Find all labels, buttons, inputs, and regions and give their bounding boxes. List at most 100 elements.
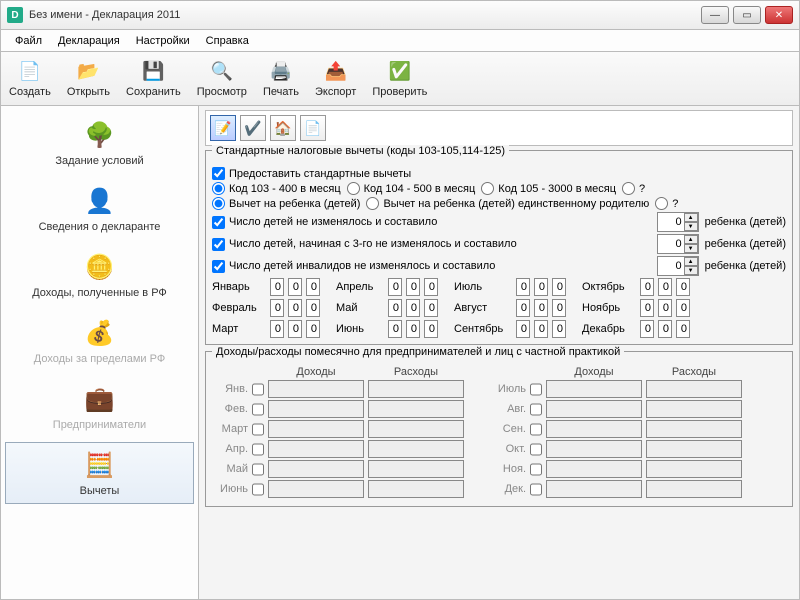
income-mar[interactable] — [268, 420, 364, 438]
income-jul[interactable] — [546, 380, 642, 398]
chk-provide[interactable]: Предоставить стандартные вычеты — [212, 167, 411, 180]
sidebar-item-conditions[interactable]: 🌳Задание условий — [5, 112, 194, 174]
close-button[interactable]: ✕ — [765, 6, 793, 24]
person-icon: 👤 — [84, 185, 116, 217]
radio-code-q1[interactable]: ? — [622, 182, 645, 195]
income-jun[interactable] — [268, 480, 364, 498]
export-icon: 📤 — [324, 60, 348, 84]
expense-mar[interactable] — [368, 420, 464, 438]
chk-jul[interactable] — [530, 383, 542, 396]
check-button[interactable]: ✅Проверить — [372, 60, 427, 98]
income-header: ДоходыРасходы ДоходыРасходы — [212, 366, 786, 378]
radio-code104[interactable]: Код 104 - 500 в месяц — [347, 182, 476, 195]
income-may[interactable] — [268, 460, 364, 478]
maximize-button[interactable]: ▭ — [733, 6, 761, 24]
calculator-icon: 🧮 — [84, 449, 116, 481]
menu-declaration[interactable]: Декларация — [52, 33, 126, 49]
briefcase-icon: 💼 — [84, 383, 116, 415]
chk-nov[interactable] — [530, 463, 542, 476]
chk-may[interactable] — [252, 463, 264, 476]
minimize-button[interactable]: — — [701, 6, 729, 24]
spin-disabled[interactable]: ▲▼ — [657, 256, 699, 276]
print-icon: 🖨️ — [269, 60, 293, 84]
radio-code105[interactable]: Код 105 - 3000 в месяц — [481, 182, 616, 195]
menu-file[interactable]: Файл — [9, 33, 48, 49]
chk-from3-count[interactable]: Число детей, начиная с 3-го не изменялос… — [212, 238, 517, 251]
tab-check-icon[interactable]: ✔️ — [240, 115, 266, 141]
chk-jun[interactable] — [252, 483, 264, 496]
income-aug[interactable] — [546, 400, 642, 418]
radio-child2[interactable]: Вычет на ребенка (детей) единственному р… — [366, 197, 649, 210]
radio-code103[interactable]: Код 103 - 400 в месяц — [212, 182, 341, 195]
tab-doc-icon[interactable]: 📄 — [300, 115, 326, 141]
radio-child1[interactable]: Вычет на ребенка (детей) — [212, 197, 360, 210]
sidebar-item-income-abroad[interactable]: 💰Доходы за пределами РФ — [5, 310, 194, 372]
expense-aug[interactable] — [646, 400, 742, 418]
group-income-expense: Доходы/расходы помесячно для предпринима… — [205, 351, 793, 507]
sidebar-item-income-rf[interactable]: 🪙Доходы, полученные в РФ — [5, 244, 194, 306]
tab-icons: 📝 ✔️ 🏠 📄 — [205, 110, 793, 146]
income-apr[interactable] — [268, 440, 364, 458]
expense-oct[interactable] — [646, 440, 742, 458]
expense-jun[interactable] — [368, 480, 464, 498]
tree-icon: 🌳 — [84, 119, 116, 151]
spin-up-icon[interactable]: ▲ — [684, 213, 698, 222]
chk-apr[interactable] — [252, 443, 264, 456]
preview-button[interactable]: 🔍Просмотр — [197, 60, 247, 98]
open-button[interactable]: 📂Открыть — [67, 60, 110, 98]
spin-from3[interactable]: ▲▼ — [657, 234, 699, 254]
chk-mar[interactable] — [252, 423, 264, 436]
income-oct[interactable] — [546, 440, 642, 458]
sidebar-item-declarant[interactable]: 👤Сведения о декларанте — [5, 178, 194, 240]
save-button[interactable]: 💾Сохранить — [126, 60, 181, 98]
menu-settings[interactable]: Настройки — [130, 33, 196, 49]
window-title: Без имени - Декларация 2011 — [29, 9, 701, 21]
expense-nov[interactable] — [646, 460, 742, 478]
tab-standard-icon[interactable]: 📝 — [210, 115, 236, 141]
open-folder-icon: 📂 — [76, 60, 100, 84]
chk-jan[interactable] — [252, 383, 264, 396]
export-button[interactable]: 📤Экспорт — [315, 60, 356, 98]
expense-feb[interactable] — [368, 400, 464, 418]
menu-help[interactable]: Справка — [200, 33, 255, 49]
spin-children[interactable]: ▲▼ — [657, 212, 699, 232]
expense-may[interactable] — [368, 460, 464, 478]
new-file-icon: 📄 — [18, 60, 42, 84]
income-row: Фев.Авг. — [212, 400, 786, 418]
sidebar-item-entrepreneur[interactable]: 💼Предприниматели — [5, 376, 194, 438]
income-dec[interactable] — [546, 480, 642, 498]
expense-sep[interactable] — [646, 420, 742, 438]
check-icon: ✅ — [388, 60, 412, 84]
money-bag-icon: 💰 — [84, 317, 116, 349]
create-button[interactable]: 📄Создать — [9, 60, 51, 98]
expense-dec[interactable] — [646, 480, 742, 498]
chk-children-count[interactable]: Число детей не изменялось и составило — [212, 216, 437, 229]
income-jan[interactable] — [268, 380, 364, 398]
coins-icon: 🪙 — [84, 251, 116, 283]
chk-dec[interactable] — [530, 483, 542, 496]
radio-child-q[interactable]: ? — [655, 197, 678, 210]
income-row: МартСен. — [212, 420, 786, 438]
save-icon: 💾 — [141, 60, 165, 84]
chk-feb[interactable] — [252, 403, 264, 416]
chk-oct[interactable] — [530, 443, 542, 456]
sidebar-item-deductions[interactable]: 🧮Вычеты — [5, 442, 194, 504]
spin-down-icon[interactable]: ▼ — [684, 222, 698, 231]
chk-aug[interactable] — [530, 403, 542, 416]
tab-home-icon[interactable]: 🏠 — [270, 115, 296, 141]
income-sep[interactable] — [546, 420, 642, 438]
expense-jan[interactable] — [368, 380, 464, 398]
titlebar: D Без имени - Декларация 2011 — ▭ ✕ — [0, 0, 800, 30]
print-button[interactable]: 🖨️Печать — [263, 60, 299, 98]
income-nov[interactable] — [546, 460, 642, 478]
chk-disabled-count[interactable]: Число детей инвалидов не изменялось и со… — [212, 260, 495, 273]
income-row: МайНоя. — [212, 460, 786, 478]
group-standard-deductions: Стандартные налоговые вычеты (коды 103-1… — [205, 150, 793, 345]
preview-icon: 🔍 — [210, 60, 234, 84]
chk-sep[interactable] — [530, 423, 542, 436]
income-feb[interactable] — [268, 400, 364, 418]
expense-jul[interactable] — [646, 380, 742, 398]
sidebar: 🌳Задание условий 👤Сведения о декларанте … — [1, 106, 199, 599]
jan-1[interactable] — [270, 278, 284, 296]
expense-apr[interactable] — [368, 440, 464, 458]
